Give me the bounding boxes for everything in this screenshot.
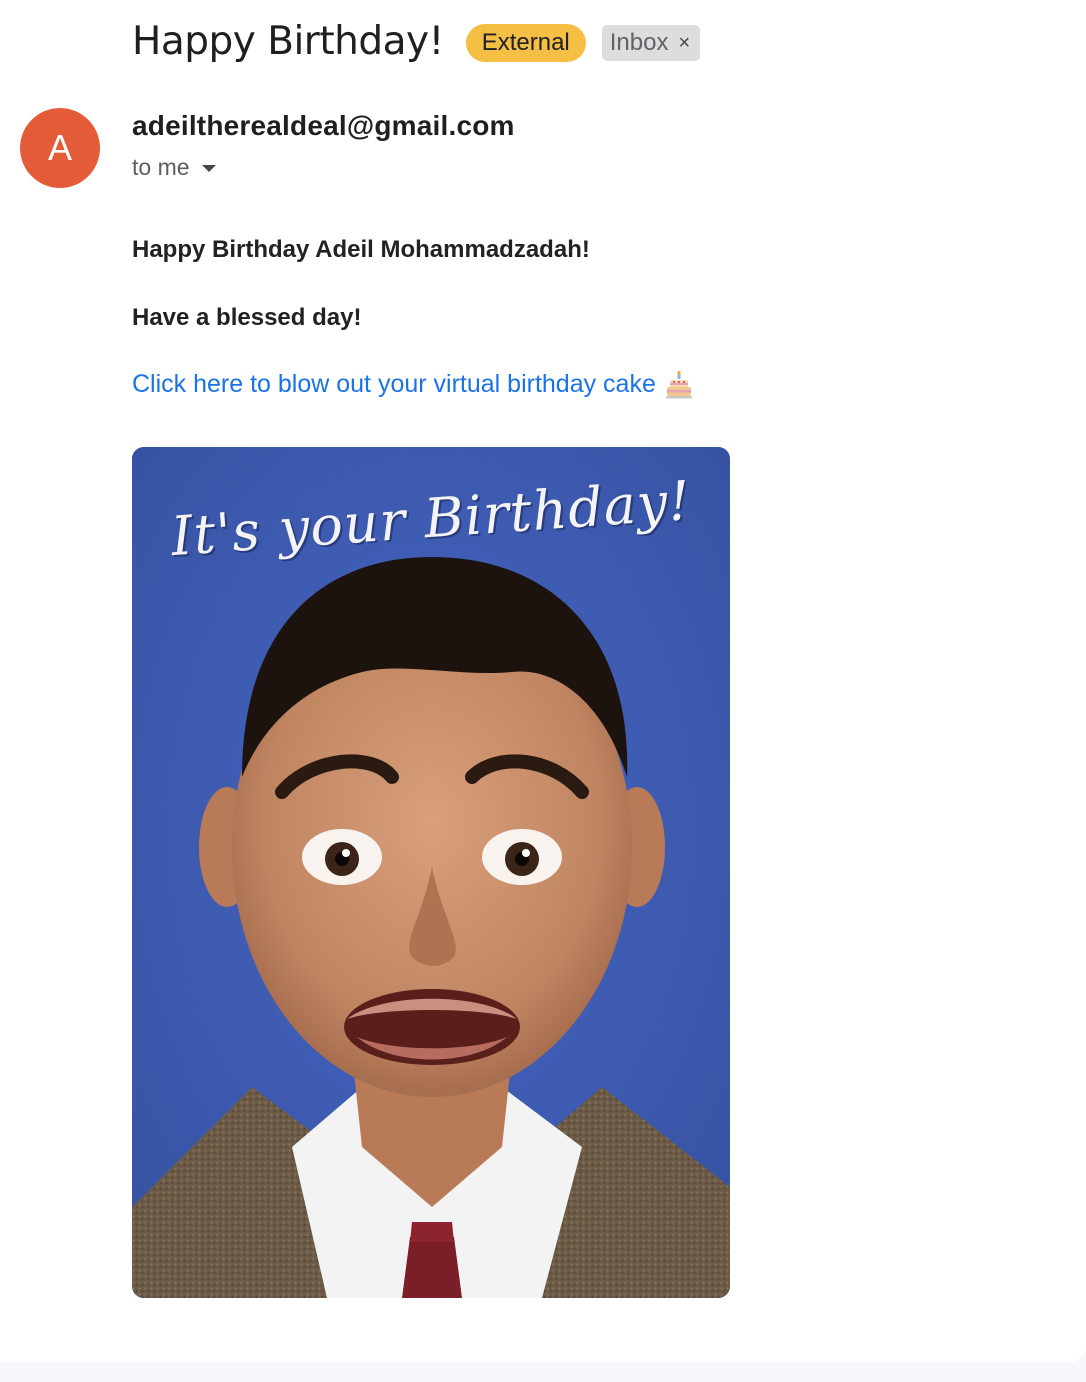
subject-row: Happy Birthday! External Inbox ×: [132, 14, 701, 68]
recipient-details-toggle[interactable]: to me: [132, 154, 216, 181]
label-inbox[interactable]: Inbox ×: [601, 25, 701, 61]
link-text: Click here to blow out your virtual birt…: [132, 370, 656, 398]
label-external[interactable]: External: [465, 24, 586, 62]
virtual-cake-link[interactable]: Click here to blow out your virtual birt…: [132, 370, 692, 399]
greeting-text: Happy Birthday Adeil Mohammadzadah!: [132, 236, 590, 263]
recipient-label: to me: [132, 154, 190, 180]
birthday-cake-icon: [665, 370, 692, 399]
birthday-card-image[interactable]: It's your Birthday!: [132, 447, 730, 1298]
remove-label-icon[interactable]: ×: [678, 32, 690, 55]
message-pane: Happy Birthday! External Inbox × A adeil…: [0, 0, 1086, 1362]
sender-email[interactable]: adeiltherealdeal@gmail.com: [132, 110, 515, 142]
wish-text: Have a blessed day!: [132, 304, 362, 331]
avatar[interactable]: A: [20, 108, 100, 188]
chevron-down-icon: [201, 165, 216, 172]
email-subject: Happy Birthday!: [132, 18, 444, 64]
birthday-card-illustration: [132, 447, 730, 1298]
label-inbox-text: Inbox: [609, 29, 669, 56]
